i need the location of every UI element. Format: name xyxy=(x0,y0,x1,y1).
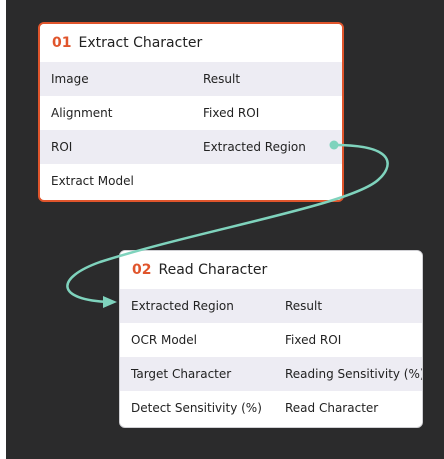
node-row: ROI Extracted Region xyxy=(40,130,342,164)
input-port-label[interactable]: ROI xyxy=(51,130,72,164)
input-port-label[interactable]: OCR Model xyxy=(131,323,197,357)
output-port-label[interactable]: Result xyxy=(285,289,322,323)
node-row: Target Character Reading Sensitivity (%) xyxy=(120,357,422,391)
output-port-label[interactable]: Reading Sensitivity (%) xyxy=(285,357,422,391)
node-extract-character[interactable]: 01 Extract Character Image Result Alignm… xyxy=(38,22,344,202)
node-title: Read Character xyxy=(158,262,268,278)
node-editor-canvas: 01 Extract Character Image Result Alignm… xyxy=(0,0,444,459)
input-port-label[interactable]: Alignment xyxy=(51,96,112,130)
input-port-label[interactable]: Target Character xyxy=(131,357,231,391)
node-read-character[interactable]: 02 Read Character Extracted Region Resul… xyxy=(119,250,423,428)
input-port-label[interactable]: Extract Model xyxy=(51,164,134,198)
output-port-label[interactable]: Fixed ROI xyxy=(203,96,259,130)
input-port-label[interactable]: Detect Sensitivity (%) xyxy=(131,391,262,425)
node-title: Extract Character xyxy=(78,35,203,51)
node-row: OCR Model Fixed ROI xyxy=(120,323,422,357)
output-port-label[interactable]: Result xyxy=(203,62,240,96)
input-port-label[interactable]: Extracted Region xyxy=(131,289,234,323)
output-port-label[interactable]: Fixed ROI xyxy=(285,323,341,357)
node-number: 01 xyxy=(52,35,72,51)
node-row: Alignment Fixed ROI xyxy=(40,96,342,130)
node-number: 02 xyxy=(132,262,152,278)
node-row: Extracted Region Result xyxy=(120,289,422,323)
node-header[interactable]: 02 Read Character xyxy=(120,251,422,289)
input-port-label[interactable]: Image xyxy=(51,62,89,96)
node-row: Extract Model xyxy=(40,164,342,198)
node-row: Image Result xyxy=(40,62,342,96)
node-header[interactable]: 01 Extract Character xyxy=(40,24,342,62)
node-row: Detect Sensitivity (%) Read Character xyxy=(120,391,422,425)
output-port-label[interactable]: Extracted Region xyxy=(203,130,306,164)
output-port-label[interactable]: Read Character xyxy=(285,391,378,425)
